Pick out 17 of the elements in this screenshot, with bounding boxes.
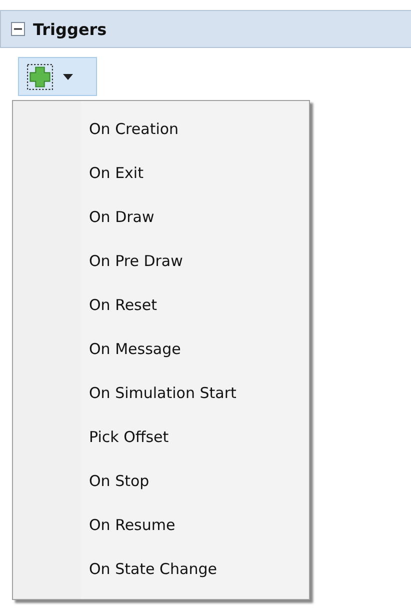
menu-item[interactable]: On State Change — [13, 547, 309, 591]
menu-item[interactable]: On Simulation Start — [13, 371, 309, 415]
menu-item[interactable]: Pick Offset — [13, 415, 309, 459]
menu-item[interactable]: On Draw — [13, 195, 309, 239]
menu-item[interactable]: On Stop — [13, 459, 309, 503]
add-button[interactable] — [18, 57, 97, 96]
menu-item[interactable]: On Exit — [13, 151, 309, 195]
caret-icon — [63, 74, 73, 80]
section-header[interactable]: Triggers — [0, 10, 411, 48]
menu-item[interactable]: On Resume — [13, 503, 309, 547]
collapse-icon[interactable] — [11, 22, 25, 36]
plus-icon — [27, 64, 53, 90]
menu-item[interactable]: On Message — [13, 327, 309, 371]
menu-item[interactable]: On Reset — [13, 283, 309, 327]
menu-item[interactable]: On Creation — [13, 107, 309, 151]
menu-item[interactable]: On Pre Draw — [13, 239, 309, 283]
section-title: Triggers — [33, 20, 107, 38]
